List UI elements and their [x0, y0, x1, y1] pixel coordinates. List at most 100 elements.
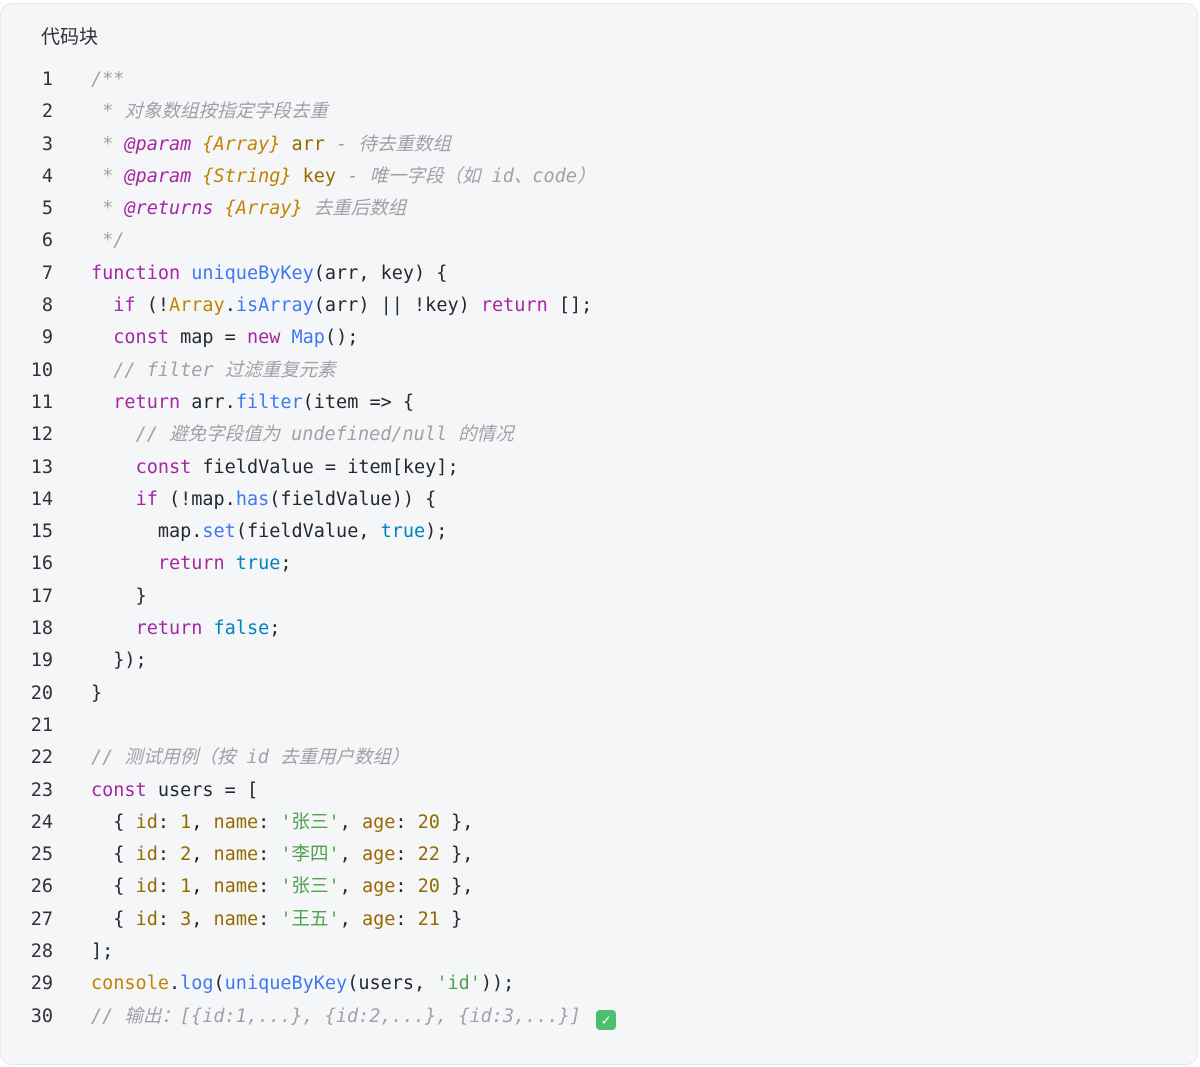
line-source: if (!Array.isArray(arr) || !key) return … — [91, 290, 592, 322]
property-token: name — [213, 908, 259, 930]
code-block-title: 代码块 — [41, 26, 99, 48]
line-number: 2 — [41, 101, 53, 123]
code-token: }, — [439, 844, 474, 866]
code-token: []; — [547, 295, 593, 317]
line-number: 5 — [41, 198, 53, 220]
line-number: 4 — [41, 165, 53, 187]
code-token: , — [339, 811, 362, 833]
function-token: uniqueByKey — [224, 973, 348, 995]
code-line: 10 // filter 过滤重复元素 — [1, 355, 1197, 387]
keyword-token: return — [113, 391, 181, 413]
code-token: (fieldValue)) { — [269, 488, 437, 510]
code-token: : — [258, 908, 281, 930]
line-source: }); — [91, 645, 147, 677]
doc-tag-token: @returns — [124, 198, 214, 220]
object-token: console — [91, 973, 169, 995]
line-source: { id: 3, name: '王五', age: 21 } — [91, 904, 462, 936]
line-source: { id: 1, name: '张三', age: 20 }, — [91, 871, 473, 903]
property-token: id — [135, 908, 158, 930]
line-source: const fieldValue = item[key]; — [91, 452, 459, 484]
line-source: * @returns {Array} 去重后数组 — [91, 193, 406, 225]
comment-token — [191, 166, 202, 187]
line-number: 3 — [41, 133, 53, 155]
property-token: id — [135, 811, 158, 833]
code-line: 3 * @param {Array} arr - 待去重数组 — [1, 129, 1197, 161]
number-token: 3 — [180, 908, 192, 930]
code-token: } — [439, 908, 463, 930]
property-token: age — [361, 876, 396, 898]
code-token: map. — [91, 521, 203, 543]
line-source: { id: 1, name: '张三', age: 20 }, — [91, 807, 473, 839]
code-token: { — [91, 811, 136, 833]
line-number: 25 — [30, 844, 53, 866]
property-token: name — [213, 844, 259, 866]
code-token: , — [339, 908, 362, 930]
code-token: fieldValue = item[key]; — [191, 456, 459, 478]
comment-token: */ — [91, 230, 125, 252]
keyword-token: return — [157, 553, 225, 575]
line-source: { id: 2, name: '李四', age: 22 }, — [91, 839, 473, 871]
boolean-token: true — [235, 553, 281, 575]
code-token: (item => { — [302, 391, 415, 413]
code-token: { — [91, 844, 136, 866]
comment-token: - 唯一字段（如 id、code） — [336, 165, 596, 187]
function-token: isArray — [235, 295, 314, 317]
line-number: 17 — [30, 585, 53, 607]
keyword-token: return — [135, 618, 203, 640]
code-token: (! — [135, 295, 169, 317]
comment-token — [280, 134, 291, 155]
property-token: key — [302, 165, 337, 187]
number-token: 2 — [180, 844, 192, 866]
line-number: 7 — [41, 262, 53, 284]
comment-token: * 对象数组按指定字段去重 — [91, 101, 328, 123]
code-token: ; — [280, 553, 292, 575]
number-token: 1 — [180, 876, 192, 898]
number-token: 1 — [180, 811, 192, 833]
comment-token: // 输出：[{id:1,...}, {id:2,...}, {id:3,...… — [91, 1005, 593, 1027]
code-line: 18 return false; — [1, 613, 1197, 645]
code-line: 1 /** — [1, 64, 1197, 96]
number-token: 20 — [417, 811, 440, 833]
code-token: ]; — [91, 941, 114, 963]
code-token: { — [91, 908, 136, 930]
code-token: ; — [269, 618, 281, 640]
code-token: (fieldValue, — [235, 521, 381, 543]
line-source: // 测试用例（按 id 去重用户数组） — [91, 742, 409, 774]
line-source: return false; — [91, 613, 281, 645]
line-source: * @param {Array} arr - 待去重数组 — [91, 129, 451, 161]
code-token: : — [157, 908, 181, 930]
code-token: }); — [91, 650, 147, 672]
function-token: filter — [235, 391, 303, 413]
code-line: 16 return true; — [1, 548, 1197, 580]
line-number: 21 — [30, 714, 53, 736]
comment-token — [191, 134, 202, 155]
code-token: , — [339, 844, 362, 866]
code-token: , — [339, 876, 362, 898]
keyword-token: if — [113, 295, 136, 317]
code-line: 14 if (!map.has(fieldValue)) { — [1, 484, 1197, 516]
line-source: } — [91, 581, 147, 613]
line-source: map.set(fieldValue, true); — [91, 516, 448, 548]
code-line: 30 // 输出：[{id:1,...}, {id:2,...}, {id:3,.… — [1, 1001, 1197, 1033]
code-line: 8 if (!Array.isArray(arr) || !key) retur… — [1, 290, 1197, 322]
code-area[interactable]: 1/** 2 * 对象数组按指定字段去重 3 * @param {Array} ar… — [1, 64, 1197, 1033]
code-token: : — [395, 876, 418, 898]
line-source: } — [91, 678, 102, 710]
line-number: 15 — [30, 521, 53, 543]
line-number: 13 — [30, 456, 53, 478]
code-line: 29 console.log(uniqueByKey(users, 'id')); — [1, 968, 1197, 1000]
comment-token — [292, 166, 303, 187]
line-source: return arr.filter(item => { — [91, 387, 414, 419]
line-number: 12 — [30, 424, 53, 446]
property-token: id — [135, 844, 158, 866]
line-number: 8 — [41, 295, 53, 317]
code-line: 19 }); — [1, 645, 1197, 677]
code-token: : — [258, 876, 281, 898]
code-token: , — [191, 844, 214, 866]
code-token: : — [395, 908, 418, 930]
property-token: id — [135, 876, 158, 898]
